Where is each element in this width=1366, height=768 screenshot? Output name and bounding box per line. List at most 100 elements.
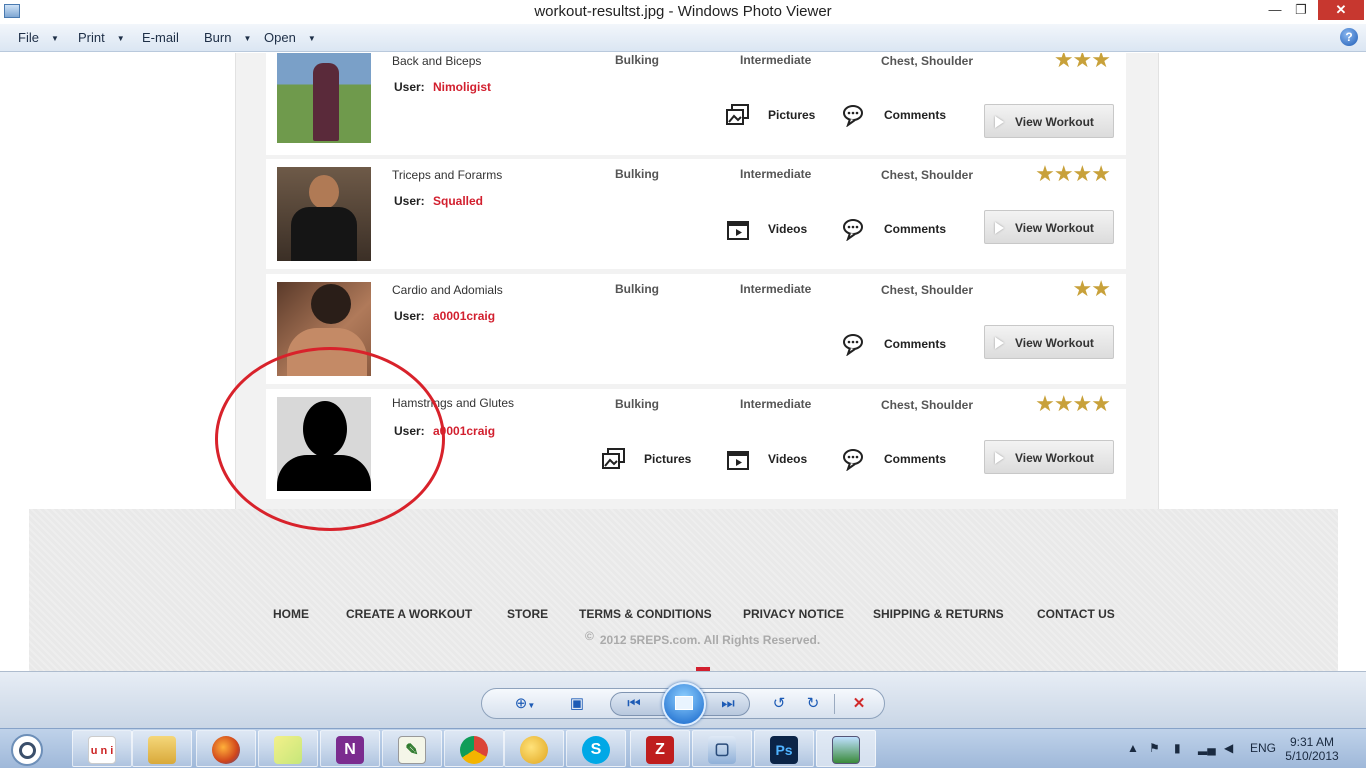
rotate-counterclockwise-icon[interactable]: ↺: [768, 695, 790, 713]
user-label: User:: [394, 80, 425, 94]
pictures-icon: [602, 448, 625, 469]
copyright-symbol: ©: [585, 629, 594, 643]
close-window-button[interactable]: ✕: [1318, 0, 1364, 20]
level: Intermediate: [740, 53, 812, 67]
view-workout-button[interactable]: View Workout: [984, 440, 1114, 474]
start-button[interactable]: [11, 734, 43, 766]
rating-stars: ★★★★: [1035, 391, 1111, 416]
show-hidden-icons[interactable]: ▲: [1127, 741, 1139, 755]
chevron-down-icon: ▼: [50, 34, 59, 43]
comments-label: Comments: [884, 222, 947, 236]
taskbar-app-filezilla[interactable]: Z: [630, 730, 690, 767]
title-bar: workout-resultst.jpg - Windows Photo Vie…: [0, 0, 1366, 24]
rotate-clockwise-icon[interactable]: ↻: [802, 695, 824, 713]
person-shirt: [291, 207, 357, 261]
view-workout-button[interactable]: View Workout: [984, 325, 1114, 359]
goal: Bulking: [615, 282, 659, 296]
footer-link-home[interactable]: HOME: [273, 607, 309, 621]
displayed-photo: Back and Biceps User: Nimoligist Bulking…: [29, 53, 1338, 671]
sticky-notes-icon: [274, 736, 302, 764]
volume-icon[interactable]: ◀: [1224, 741, 1233, 755]
workout-name[interactable]: Triceps and Forarms: [392, 168, 502, 182]
view-workout-button[interactable]: View Workout: [984, 104, 1114, 138]
copyright: © 2012 5REPS.com. All Rights Reserved.: [585, 629, 820, 647]
photo-viewport[interactable]: Back and Biceps User: Nimoligist Bulking…: [0, 53, 1366, 671]
goal: Bulking: [615, 397, 659, 411]
comments-icon: [843, 334, 863, 356]
next-icon[interactable]: ⏭: [717, 695, 739, 713]
clock[interactable]: 9:31 AM 5/10/2013: [1282, 735, 1342, 763]
comments-label: Comments: [884, 108, 947, 122]
menu-burn[interactable]: Burn ▼: [204, 30, 251, 45]
comments-label: Comments: [884, 337, 947, 351]
start-icon: [19, 742, 36, 759]
videos-label: Videos: [768, 222, 808, 236]
previous-icon[interactable]: ⏮: [623, 695, 645, 713]
battery-icon[interactable]: ▮: [1174, 741, 1181, 755]
workout-card: Triceps and Forarms User: Squalled Bulki…: [266, 159, 1126, 269]
rating-stars: ★★: [1072, 276, 1111, 301]
action-center-flag-icon[interactable]: ⚑: [1149, 741, 1160, 755]
filezilla-icon: Z: [646, 736, 674, 764]
taskbar-app-virtualbox[interactable]: ▢: [692, 730, 752, 767]
menu-open[interactable]: Open ▼: [264, 30, 316, 45]
taskbar-app-firefox[interactable]: [196, 730, 256, 767]
actual-size-icon[interactable]: ▣: [566, 695, 588, 713]
taskbar-app-onenote[interactable]: N: [320, 730, 380, 767]
chevron-down-icon: ▼: [243, 34, 252, 43]
footer-link-terms[interactable]: TERMS & CONDITIONS: [579, 607, 712, 621]
user-link[interactable]: Nimoligist: [433, 80, 491, 94]
divider: [834, 694, 835, 714]
view-workout-button[interactable]: View Workout: [984, 210, 1114, 244]
workout-card: Back and Biceps User: Nimoligist Bulking…: [266, 53, 1126, 155]
level: Intermediate: [740, 397, 812, 411]
menu-email-label: E-mail: [142, 30, 179, 45]
taskbar-app-chrome[interactable]: [444, 730, 504, 767]
footer-link-privacy[interactable]: PRIVACY NOTICE: [743, 607, 844, 621]
person-figure: [313, 63, 339, 141]
menu-print[interactable]: Print ▼: [78, 30, 125, 45]
help-icon[interactable]: ?: [1340, 28, 1358, 46]
language-indicator[interactable]: ENG: [1250, 741, 1276, 755]
taskbar-app-spreadsheet[interactable]: ✎: [382, 730, 442, 767]
play-icon: [995, 222, 1004, 234]
user-link[interactable]: Squalled: [433, 194, 483, 208]
menu-burn-label: Burn: [204, 30, 232, 45]
rating-stars: ★★★: [1053, 53, 1111, 72]
view-workout-label: View Workout: [1015, 451, 1094, 465]
rating-stars: ★★★★: [1035, 161, 1111, 186]
taskbar-app-sticky-notes[interactable]: [258, 730, 318, 767]
taskbar-app-photo-viewer[interactable]: [816, 730, 876, 767]
footer-link-store[interactable]: STORE: [507, 607, 548, 621]
menu-bar: File ▼ Print ▼ E-mail Burn ▼ Open ▼ ?: [0, 24, 1366, 52]
taskbar-app-photoshop[interactable]: Ps: [754, 730, 814, 767]
network-icon[interactable]: ▂▄: [1198, 741, 1216, 755]
footer-link-shipping[interactable]: SHIPPING & RETURNS: [873, 607, 1004, 621]
workout-name[interactable]: Back and Biceps: [392, 54, 481, 68]
muscles: Chest, Shoulder: [881, 398, 974, 412]
workout-name[interactable]: Cardio and Adomials: [392, 283, 503, 297]
delete-icon[interactable]: ✕: [848, 695, 870, 713]
taskbar-app-skype[interactable]: S: [566, 730, 626, 767]
menu-print-label: Print: [78, 30, 105, 45]
minimize-button[interactable]: —: [1262, 0, 1288, 20]
taskbar-app-unknown[interactable]: u n i: [72, 730, 132, 767]
footer-link-create-workout[interactable]: CREATE A WORKOUT: [346, 607, 472, 621]
app-yellow-icon: [520, 736, 548, 764]
taskbar-app-file-explorer[interactable]: [132, 730, 192, 767]
maximize-button[interactable]: ❐: [1288, 0, 1314, 20]
view-workout-label: View Workout: [1015, 336, 1094, 350]
viewer-toolbar: ⊕▼ ▣ ⏮ ⏭ ↺ ↻ ✕: [0, 671, 1366, 728]
slideshow-button[interactable]: [662, 682, 706, 726]
site-footer: HOME CREATE A WORKOUT STORE TERMS & COND…: [29, 509, 1338, 671]
chrome-icon: [460, 736, 488, 764]
menu-email[interactable]: E-mail: [142, 30, 179, 45]
play-icon: [995, 337, 1004, 349]
user-link[interactable]: a0001craig: [433, 309, 495, 323]
menu-file[interactable]: File ▼: [18, 30, 59, 45]
taskbar-app-yellow[interactable]: [504, 730, 564, 767]
play-icon: [995, 116, 1004, 128]
footer-link-contact[interactable]: CONTACT US: [1037, 607, 1115, 621]
zoom-icon[interactable]: ⊕▼: [510, 695, 540, 713]
skype-icon: S: [582, 736, 610, 764]
